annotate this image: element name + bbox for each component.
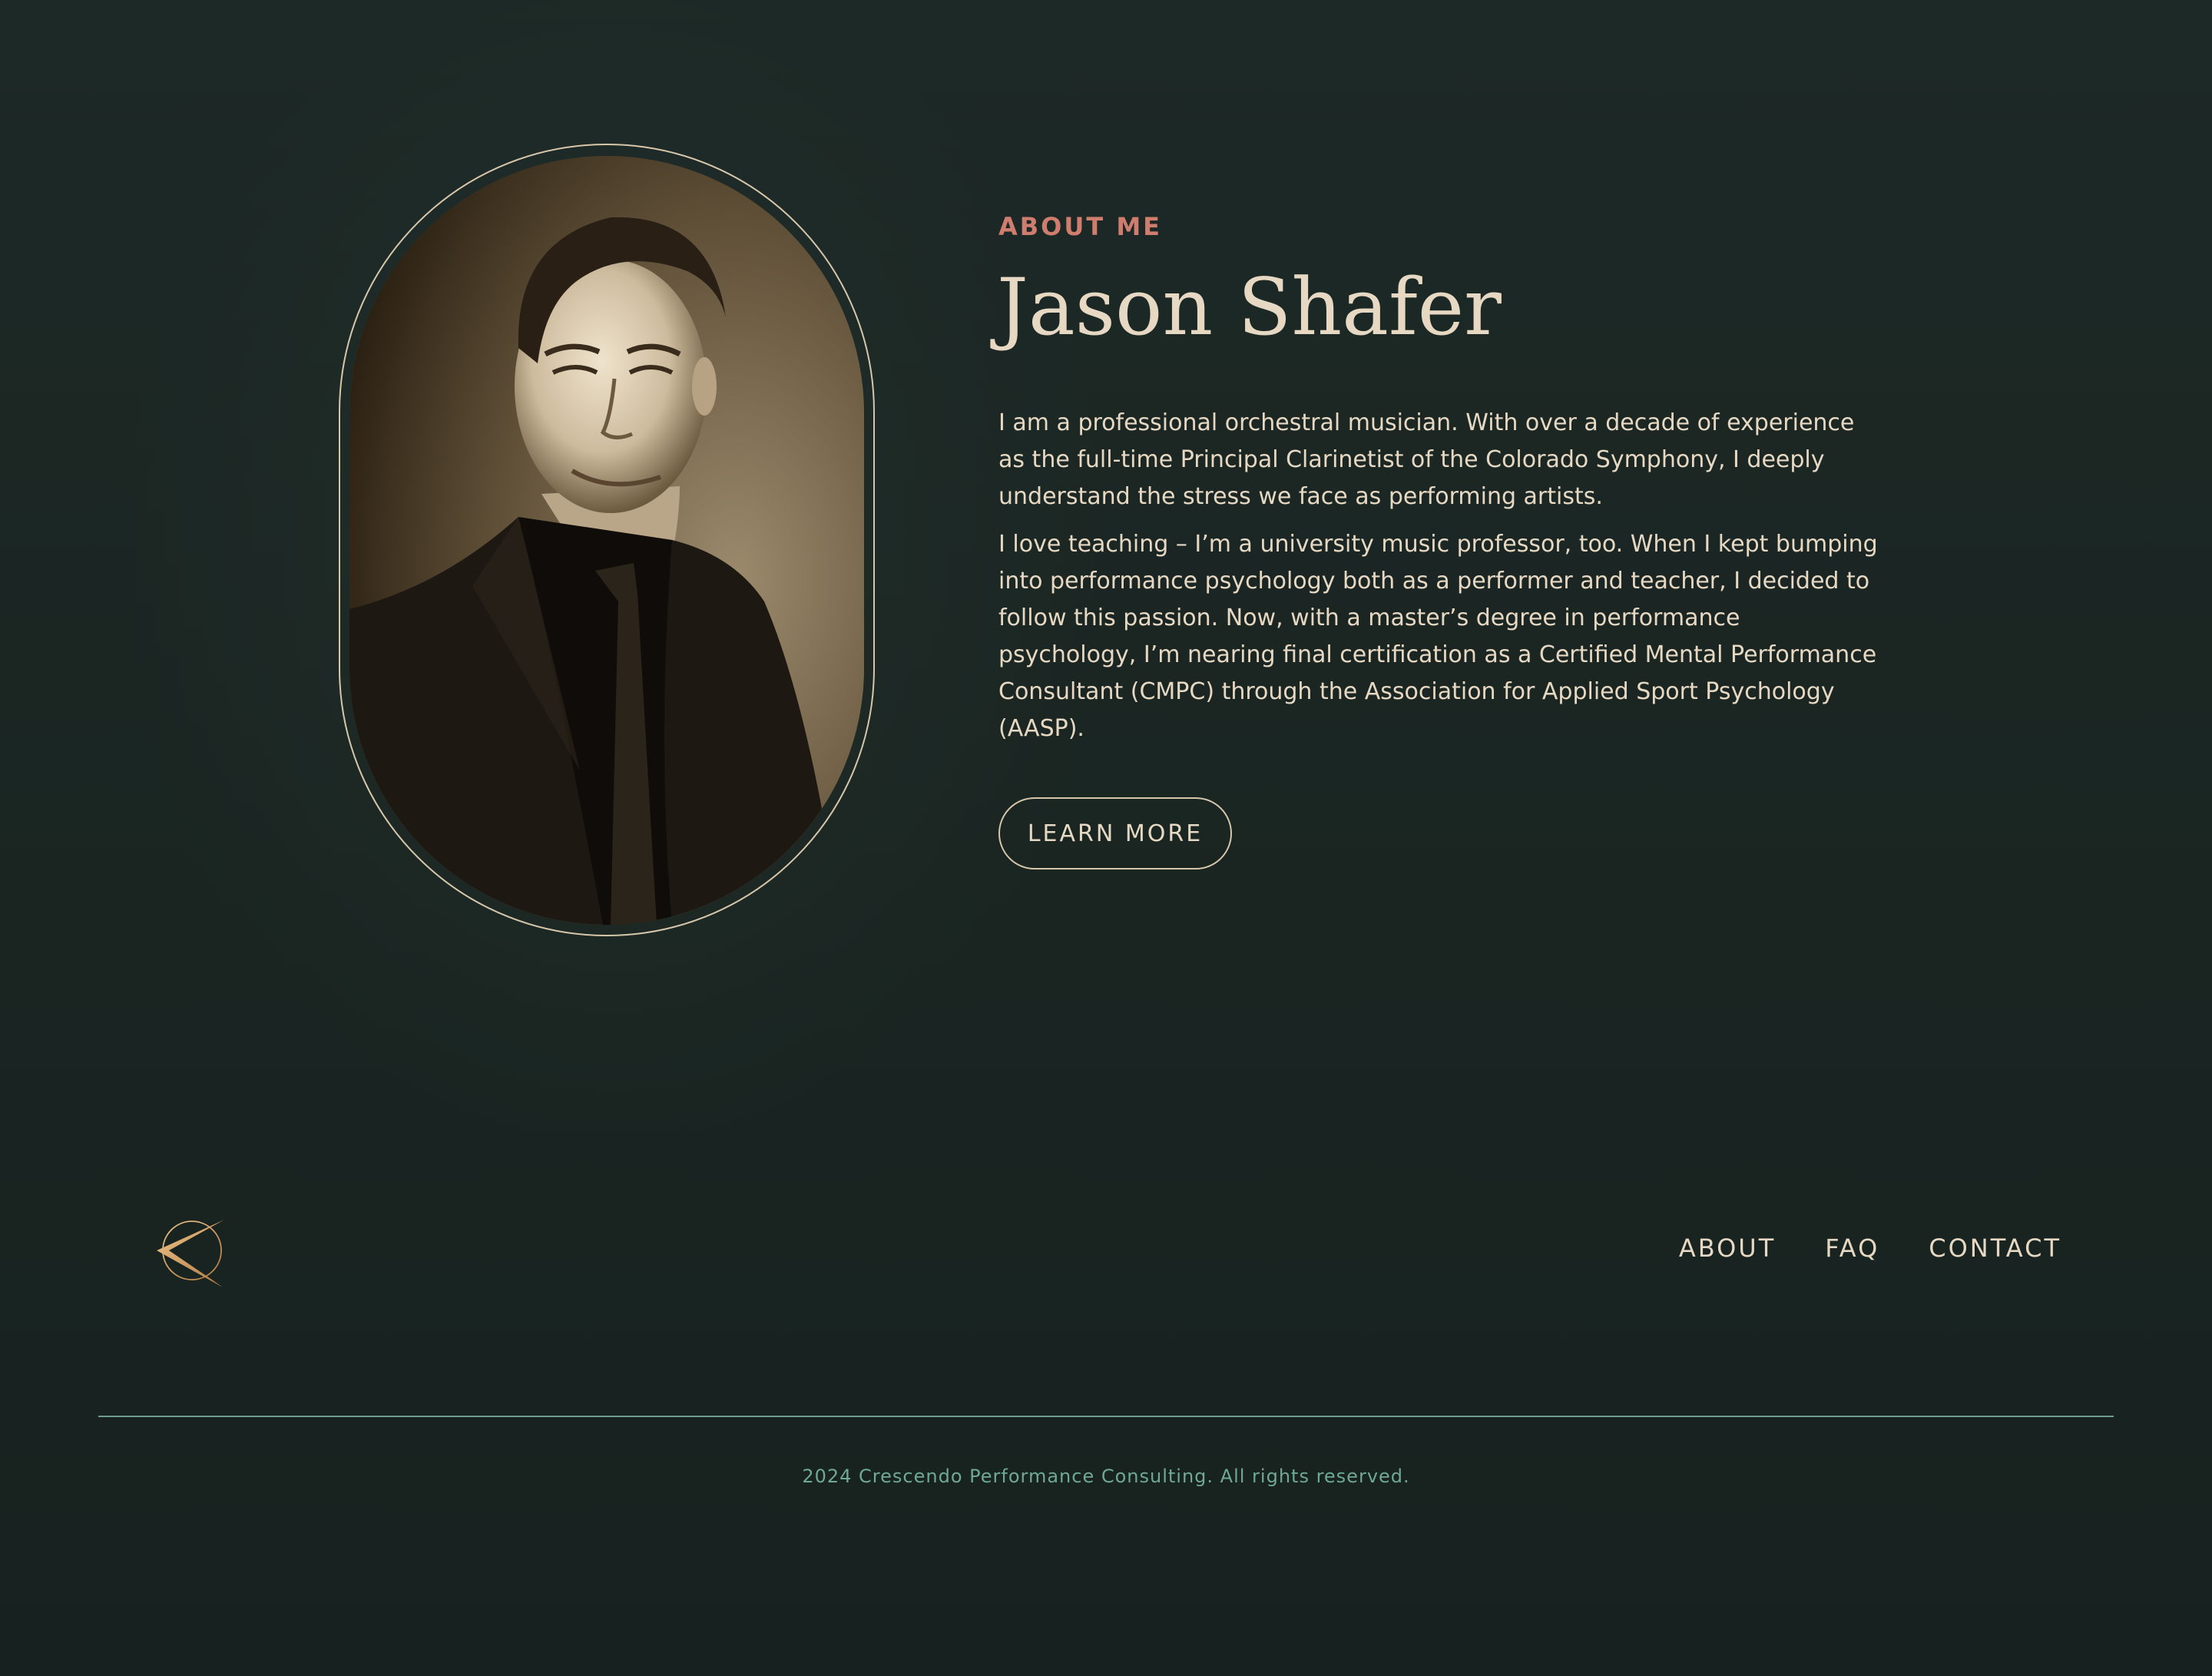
page-title: Jason Shafer	[997, 262, 1502, 353]
footer-divider	[98, 1416, 2114, 1417]
bio-text: I am a professional orchestral musician.…	[998, 405, 1882, 758]
nav-link-faq[interactable]: FAQ	[1825, 1234, 1879, 1263]
bio-paragraph: I am a professional orchestral musician.…	[998, 409, 1855, 510]
crescendo-chevron-icon[interactable]	[154, 1215, 227, 1289]
learn-more-button[interactable]: LEARN MORE	[998, 797, 1232, 869]
section-eyebrow: ABOUT ME	[998, 212, 1163, 241]
footer-nav: ABOUT FAQ CONTACT	[1679, 1234, 2061, 1263]
bio-paragraph: I love teaching – I’m a university music…	[998, 531, 1878, 742]
nav-link-about[interactable]: ABOUT	[1679, 1234, 1776, 1263]
portrait-photo	[349, 156, 864, 925]
nav-link-contact[interactable]: CONTACT	[1929, 1234, 2061, 1263]
copyright-text: 2024 Crescendo Performance Consulting. A…	[802, 1466, 1410, 1487]
